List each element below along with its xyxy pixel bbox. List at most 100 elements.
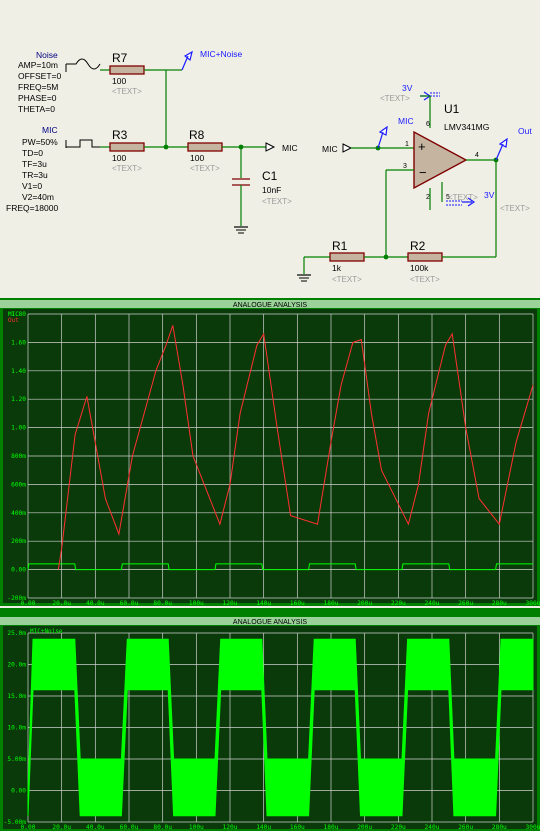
mic-param: PW=50% [22,137,58,147]
u1-ref: U1 [444,102,460,116]
pin-4: 4 [475,152,479,159]
y-tick-label: 1.00 [11,425,26,432]
x-tick-label: 240u [425,824,440,831]
x-tick-label: 100u [189,824,204,831]
x-tick-label: 220u [391,600,406,606]
y-tick-label: 25.0m [7,630,26,637]
y-tick-label: 200m [11,538,26,545]
probe-mic-label: MIC [398,116,414,126]
x-tick-label: 80.0u [153,824,172,831]
noise-param: AMP=10m [18,60,58,70]
noise-param: OFFSET=0 [18,71,61,81]
r3-value: 100 [112,153,126,163]
r1-ref: R1 [332,239,348,253]
r3-text: <TEXT> [112,164,142,173]
x-tick-label: 140u [256,600,271,606]
x-tick-label: 260u [458,824,473,831]
noise-param: THETA=0 [18,104,55,114]
x-tick-label: 60.0u [120,824,139,831]
r2-ref: R2 [410,239,426,253]
y-tick-label: 5.00m [7,756,26,763]
mic-param: TF=3u [22,159,47,169]
graph-1-legend: MIC Out [8,311,19,324]
r1-value: 1k [332,263,342,273]
u1-value: LMV341MG [444,122,489,132]
x-tick-label: 40.0u [86,824,105,831]
graph-2-title: ANALOGUE ANALYSIS [233,619,308,626]
noise-generator-name: Noise [36,50,58,60]
x-tick-label: 60.0u [120,600,139,606]
trace-label-out: Out [8,317,19,324]
r2-value: 100k [410,263,429,273]
graph-2-legend: MIC+Noise [30,628,63,635]
x-tick-label: 20.0u [52,600,71,606]
graph-1-title: ANALOGUE ANALYSIS [233,302,308,309]
y-tick-label: 1.40 [11,368,26,375]
x-tick-label: 240u [425,600,440,606]
x-tick-label: 220u [391,824,406,831]
r1-text: <TEXT> [332,275,362,284]
pin-3: 3 [403,163,407,170]
r7-ref: R7 [112,51,128,65]
analogue-analysis-graph-2[interactable]: ANALOGUE ANALYSIS 25.0m 20.0m 15.0m 10.0m 5.… [0,608,540,831]
x-tick-label: 300u [526,824,540,831]
y-tick-label: 400m [11,510,26,517]
x-tick-label: 180u [324,824,339,831]
r8-value: 100 [190,153,204,163]
r7-value: 100 [112,76,126,86]
x-tick-label: 120u [223,600,238,606]
r8-ref: R8 [189,128,205,142]
noise-param: PHASE=0 [18,93,57,103]
y-tick-label: 600m [11,481,26,488]
y-tick-label: 20.0m [7,662,26,669]
svg-text:−: − [419,165,427,180]
x-tick-label: 160u [290,600,305,606]
mic-param: TR=3u [22,170,48,180]
x-tick-label: 0.00 [21,600,36,606]
pin-1: 1 [405,141,409,148]
r2-text: <TEXT> [410,275,440,284]
analogue-analysis-graph-1[interactable]: ANALOGUE ANALYSIS 1.801.601.401.201.0080… [0,298,540,606]
x-tick-label: 0.00 [21,824,36,831]
x-tick-label: 100u [189,600,204,606]
trace-label-mic-noise: MIC+Noise [30,628,63,635]
x-tick-label: 180u [324,600,339,606]
x-tick-label: 140u [256,824,271,831]
pin-6: 6 [426,121,430,128]
probe-3v-bottom-label: 3V [484,190,495,200]
mic-param: V2=40m [22,192,54,202]
y-tick-label: 10.0m [7,725,26,732]
mic-param: TD=0 [22,148,43,158]
r8-text: <TEXT> [190,164,220,173]
x-tick-label: 120u [223,824,238,831]
y-tick-label: 1.20 [11,396,26,403]
y-tick-label: 1.60 [11,339,26,346]
top-text-placeholder: <TEXT> [380,94,410,103]
c1-text: <TEXT> [262,197,292,206]
x-tick-label: 200u [357,824,372,831]
c1-value: 10nF [262,185,281,195]
probe-3v-top-label: 3V [402,83,413,93]
mic-param: FREQ=18000 [6,203,58,213]
x-tick-label: 40.0u [86,600,105,606]
net-label-mic-in-text: MIC [322,144,338,154]
mic-generator-name: MIC [42,125,58,135]
y-tick-label: 15.0m [7,693,26,700]
x-tick-label: 300u [526,600,540,606]
x-tick-label: 260u [458,600,473,606]
x-tick-label: 280u [492,600,507,606]
mic-param: V1=0 [22,181,42,191]
c1-ref: C1 [262,169,278,183]
probe-out-label: Out [518,126,532,136]
y-tick-label: 0.00 [11,567,26,574]
schematic-canvas[interactable]: Noise AMP=10m OFFSET=0 FREQ=5M PHASE=0 T… [0,0,540,296]
y-tick-label: 0.00 [11,788,26,795]
x-tick-label: 80.0u [153,600,172,606]
x-tick-label: 280u [492,824,507,831]
svg-text:+: + [418,139,426,154]
r7-text: <TEXT> [112,87,142,96]
out-text: <TEXT> [500,204,530,213]
net-label-mic-out-text: MIC [282,143,298,153]
x-tick-label: 200u [357,600,372,606]
x-tick-label: 20.0u [52,824,71,831]
